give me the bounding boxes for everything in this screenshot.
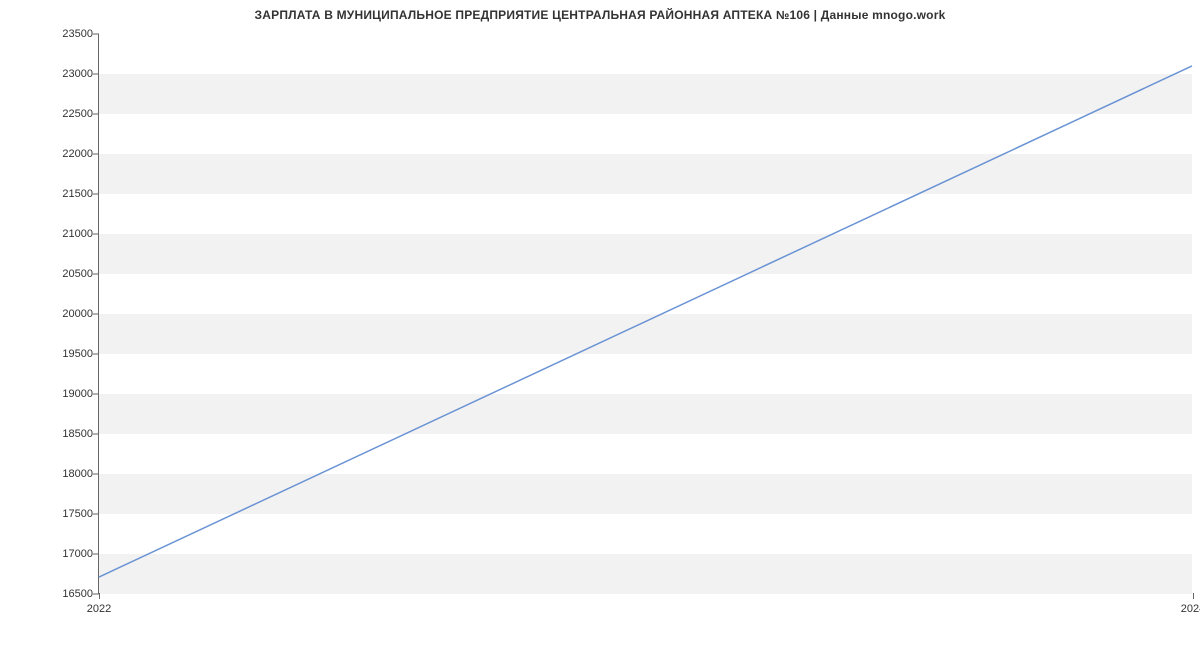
y-tick-label: 18000 (51, 468, 93, 480)
y-tick-label: 17500 (51, 508, 93, 520)
y-tick-label: 19500 (51, 348, 93, 360)
y-tick (93, 554, 99, 555)
y-tick-label: 16500 (51, 588, 93, 600)
line-series (99, 34, 1192, 593)
y-tick-label: 23000 (51, 68, 93, 80)
y-tick-label: 18500 (51, 428, 93, 440)
y-tick-label: 23500 (51, 28, 93, 40)
y-tick-label: 21500 (51, 188, 93, 200)
y-tick (93, 354, 99, 355)
y-tick (93, 34, 99, 35)
y-tick-label: 21000 (51, 228, 93, 240)
y-tick (93, 274, 99, 275)
y-tick-label: 20000 (51, 308, 93, 320)
chart-title: ЗАРПЛАТА В МУНИЦИПАЛЬНОЕ ПРЕДПРИЯТИЕ ЦЕН… (0, 8, 1200, 22)
y-tick (93, 394, 99, 395)
x-tick (99, 593, 100, 599)
x-tick-label: 2024 (1181, 603, 1200, 615)
x-tick (1193, 593, 1194, 599)
y-tick (93, 434, 99, 435)
y-tick (93, 74, 99, 75)
y-tick-label: 22000 (51, 148, 93, 160)
y-tick (93, 514, 99, 515)
y-tick (93, 474, 99, 475)
y-tick-label: 20500 (51, 268, 93, 280)
y-tick-label: 22500 (51, 108, 93, 120)
chart-container: ЗАРПЛАТА В МУНИЦИПАЛЬНОЕ ПРЕДПРИЯТИЕ ЦЕН… (0, 0, 1200, 650)
y-tick-label: 19000 (51, 388, 93, 400)
y-tick (93, 114, 99, 115)
y-tick (93, 314, 99, 315)
y-tick-label: 17000 (51, 548, 93, 560)
y-tick (93, 154, 99, 155)
y-tick (93, 194, 99, 195)
x-tick-label: 2022 (87, 603, 111, 615)
y-tick (93, 234, 99, 235)
plot-area: 1650017000175001800018500190001950020000… (98, 34, 1192, 594)
series-line (99, 66, 1192, 577)
